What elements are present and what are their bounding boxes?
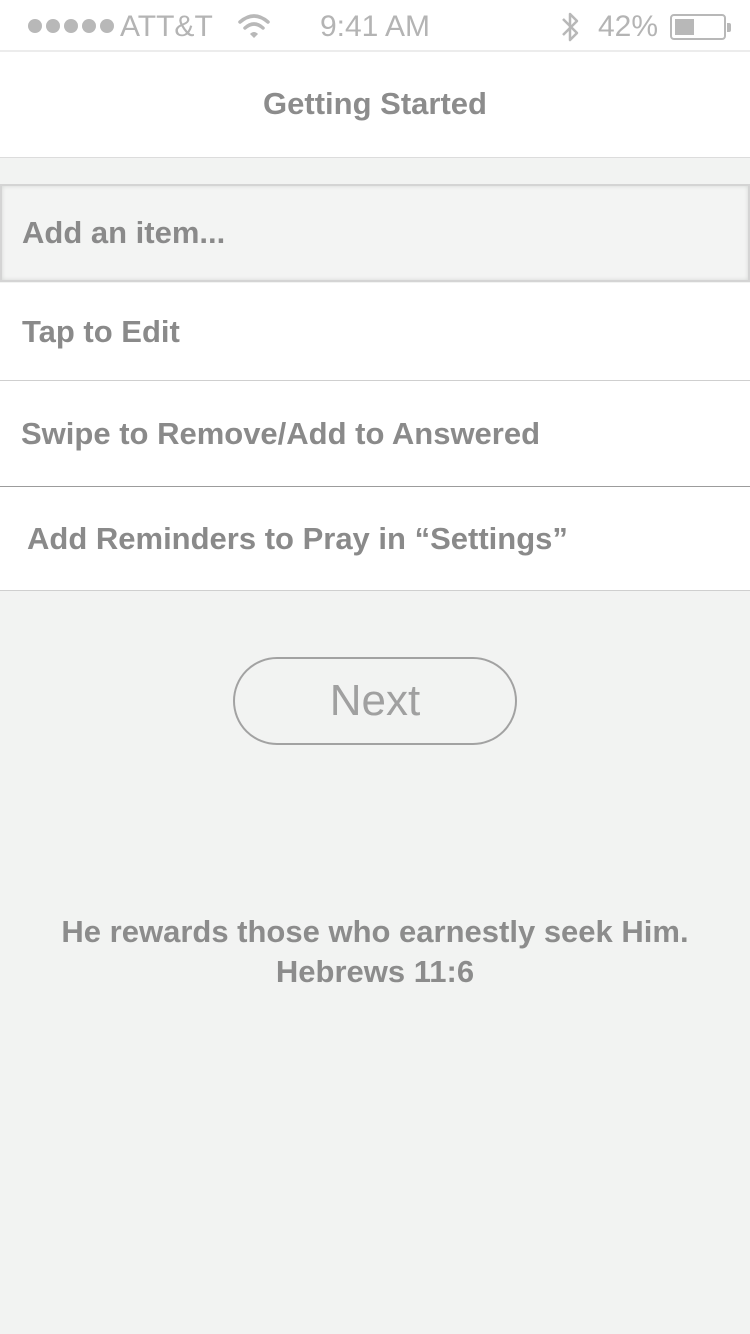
verse: He rewards those who earnestly seek Him.… <box>0 912 750 992</box>
battery-icon <box>670 14 731 40</box>
list-item[interactable]: Swipe to Remove/Add to Answered <box>0 381 750 487</box>
verse-reference: Hebrews 11:6 <box>275 954 475 989</box>
add-item-input[interactable] <box>2 186 748 280</box>
nav-bar: Getting Started <box>0 52 750 158</box>
verse-text: He rewards those who earnestly seek Him. <box>61 914 689 949</box>
status-bar: ATT&T 9:41 AM 42% <box>0 0 750 52</box>
list-item-label: Swipe to Remove/Add to Answered <box>21 415 541 451</box>
bluetooth-icon <box>562 12 579 42</box>
list-item-label: Tap to Edit <box>22 313 180 349</box>
page-title: Getting Started <box>263 86 487 121</box>
list-item-label: Add Reminders to Pray in “Settings” <box>27 520 568 556</box>
battery-percent: 42% <box>598 10 659 43</box>
next-button[interactable]: Next <box>233 657 517 745</box>
screen: ATT&T 9:41 AM 42% Getting Started Tap to… <box>0 0 750 1334</box>
battery-fill <box>675 19 694 35</box>
list-item[interactable]: Add Reminders to Pray in “Settings” <box>0 487 750 591</box>
battery-nub <box>727 23 731 32</box>
list-item[interactable]: Tap to Edit <box>0 283 750 381</box>
add-item-container <box>0 184 750 282</box>
